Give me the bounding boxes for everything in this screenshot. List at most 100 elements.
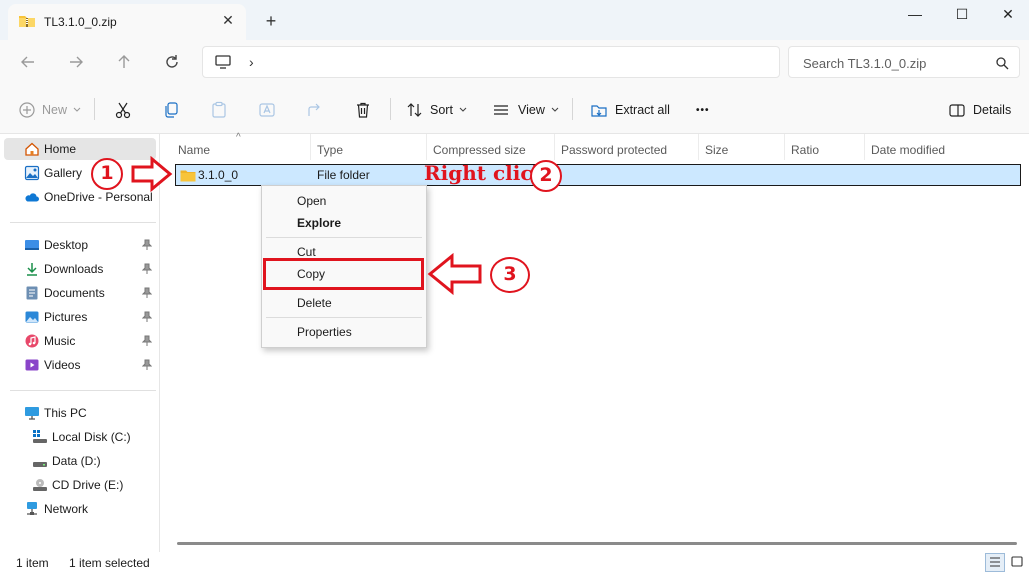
step-3-badge: 3 — [490, 257, 530, 293]
gallery-icon — [24, 165, 40, 181]
sort-ascending-icon: ^ — [236, 132, 241, 143]
view-button[interactable]: View — [492, 100, 559, 120]
column-header-ratio[interactable]: Ratio — [791, 140, 819, 160]
details-view-button[interactable] — [985, 553, 1005, 572]
copy-button[interactable] — [162, 100, 180, 120]
close-window-button[interactable]: ✕ — [997, 4, 1019, 24]
minimize-button[interactable]: — — [904, 4, 926, 24]
refresh-button[interactable] — [162, 52, 182, 72]
column-divider[interactable] — [426, 134, 427, 160]
pin-icon[interactable] — [142, 239, 152, 251]
chevron-down-icon — [73, 107, 81, 112]
column-header-size[interactable]: Size — [705, 140, 728, 160]
back-button[interactable] — [18, 52, 38, 72]
sidebar-item-label: CD Drive (E:) — [52, 478, 124, 492]
right-click-annotation: Right click — [424, 161, 547, 185]
maximize-button[interactable]: ☐ — [951, 4, 973, 24]
cd-drive-icon — [33, 479, 47, 491]
sidebar-item-label: Documents — [44, 286, 105, 300]
column-header-compressed-size[interactable]: Compressed size — [433, 140, 526, 160]
tiles-view-icon — [1011, 556, 1023, 567]
sidebar-item-this-pc[interactable]: This PC — [4, 402, 156, 424]
column-divider[interactable] — [864, 134, 865, 160]
videos-icon — [25, 359, 39, 371]
command-separator — [390, 98, 391, 120]
trash-icon — [357, 102, 369, 118]
table-row[interactable]: 3.1.0_0 File folder — [175, 164, 1021, 186]
sidebar-separator — [10, 222, 156, 223]
sidebar-item-cd-drive-e[interactable]: CD Drive (E:) — [4, 474, 156, 496]
column-header-name[interactable]: Name — [178, 140, 210, 160]
pin-icon[interactable] — [142, 263, 152, 275]
sidebar-separator — [10, 390, 156, 391]
more-options-button[interactable]: ••• — [696, 100, 710, 120]
arrow-right-icon — [131, 156, 173, 192]
context-menu-open[interactable]: Open — [262, 190, 426, 212]
sidebar-item-label: OneDrive - Personal — [44, 190, 153, 204]
address-bar-row: › Search TL3.1.0_0.zip — [0, 40, 1029, 84]
title-bar: TL3.1.0_0.zip ✕ + — ☐ ✕ — [0, 0, 1029, 40]
address-field[interactable]: › — [202, 46, 780, 78]
sidebar-item-music[interactable]: Music — [4, 330, 156, 352]
column-divider[interactable] — [554, 134, 555, 160]
sort-button[interactable]: Sort — [406, 100, 467, 120]
step-2-badge: 2 — [530, 160, 562, 192]
horizontal-scrollbar[interactable] — [177, 542, 1017, 545]
sidebar-item-network[interactable]: Network — [4, 498, 156, 520]
details-label: Details — [973, 103, 1012, 117]
rename-button[interactable] — [258, 100, 276, 120]
details-pane-button[interactable]: Details — [948, 100, 1011, 120]
new-tab-button[interactable]: + — [262, 12, 280, 30]
tab-zip[interactable]: TL3.1.0_0.zip ✕ — [8, 4, 246, 40]
download-icon — [27, 263, 37, 276]
tiles-view-button[interactable] — [1008, 553, 1028, 572]
sidebar-item-label: Network — [44, 502, 89, 516]
details-pane-icon — [949, 104, 965, 117]
document-icon — [26, 286, 38, 300]
sidebar-item-downloads[interactable]: Downloads — [4, 258, 156, 280]
context-menu-explore[interactable]: Explore — [262, 212, 426, 234]
column-header-password-protected[interactable]: Password protected — [561, 140, 667, 160]
pin-icon[interactable] — [142, 287, 152, 299]
sidebar-item-label: Videos — [44, 358, 81, 372]
selection-count: 1 item selected — [69, 556, 150, 570]
context-menu-delete[interactable]: Delete — [262, 292, 426, 314]
breadcrumb-chevron[interactable]: › — [249, 54, 254, 70]
extract-all-label: Extract all — [615, 103, 670, 117]
context-menu-separator — [266, 317, 422, 318]
sidebar-item-data-d[interactable]: Data (D:) — [4, 450, 156, 472]
delete-button[interactable] — [354, 100, 372, 120]
command-separator — [94, 98, 95, 120]
paste-button[interactable] — [210, 100, 228, 120]
new-button[interactable]: New — [18, 100, 81, 120]
column-divider[interactable] — [698, 134, 699, 160]
sidebar-item-local-disk-c[interactable]: Local Disk (C:) — [4, 426, 156, 448]
extract-icon — [591, 105, 607, 117]
column-divider[interactable] — [784, 134, 785, 160]
extract-all-button[interactable]: Extract all — [590, 100, 670, 120]
context-menu-properties[interactable]: Properties — [262, 321, 426, 343]
search-box[interactable]: Search TL3.1.0_0.zip — [788, 46, 1020, 78]
sidebar-item-videos[interactable]: Videos — [4, 354, 156, 376]
share-icon — [308, 103, 320, 116]
tab-title: TL3.1.0_0.zip — [44, 15, 117, 29]
cut-button[interactable] — [114, 100, 132, 120]
scissors-icon — [115, 102, 131, 119]
search-icon[interactable] — [995, 56, 1009, 70]
column-header-type[interactable]: Type — [317, 140, 343, 160]
pin-icon[interactable] — [142, 359, 152, 371]
arrow-left-icon — [427, 252, 482, 296]
forward-button[interactable] — [66, 52, 86, 72]
share-button[interactable] — [306, 100, 324, 120]
sidebar-item-documents[interactable]: Documents — [4, 282, 156, 304]
up-button[interactable] — [114, 52, 134, 72]
search-input[interactable]: Search TL3.1.0_0.zip — [803, 56, 926, 71]
column-header-date-modified[interactable]: Date modified — [871, 140, 945, 160]
sidebar-item-pictures[interactable]: Pictures — [4, 306, 156, 328]
pin-icon[interactable] — [142, 335, 152, 347]
pin-icon[interactable] — [142, 311, 152, 323]
tab-close-button[interactable]: ✕ — [220, 12, 236, 28]
refresh-icon — [166, 55, 178, 68]
sidebar-item-desktop[interactable]: Desktop — [4, 234, 156, 256]
column-divider[interactable] — [310, 134, 311, 160]
